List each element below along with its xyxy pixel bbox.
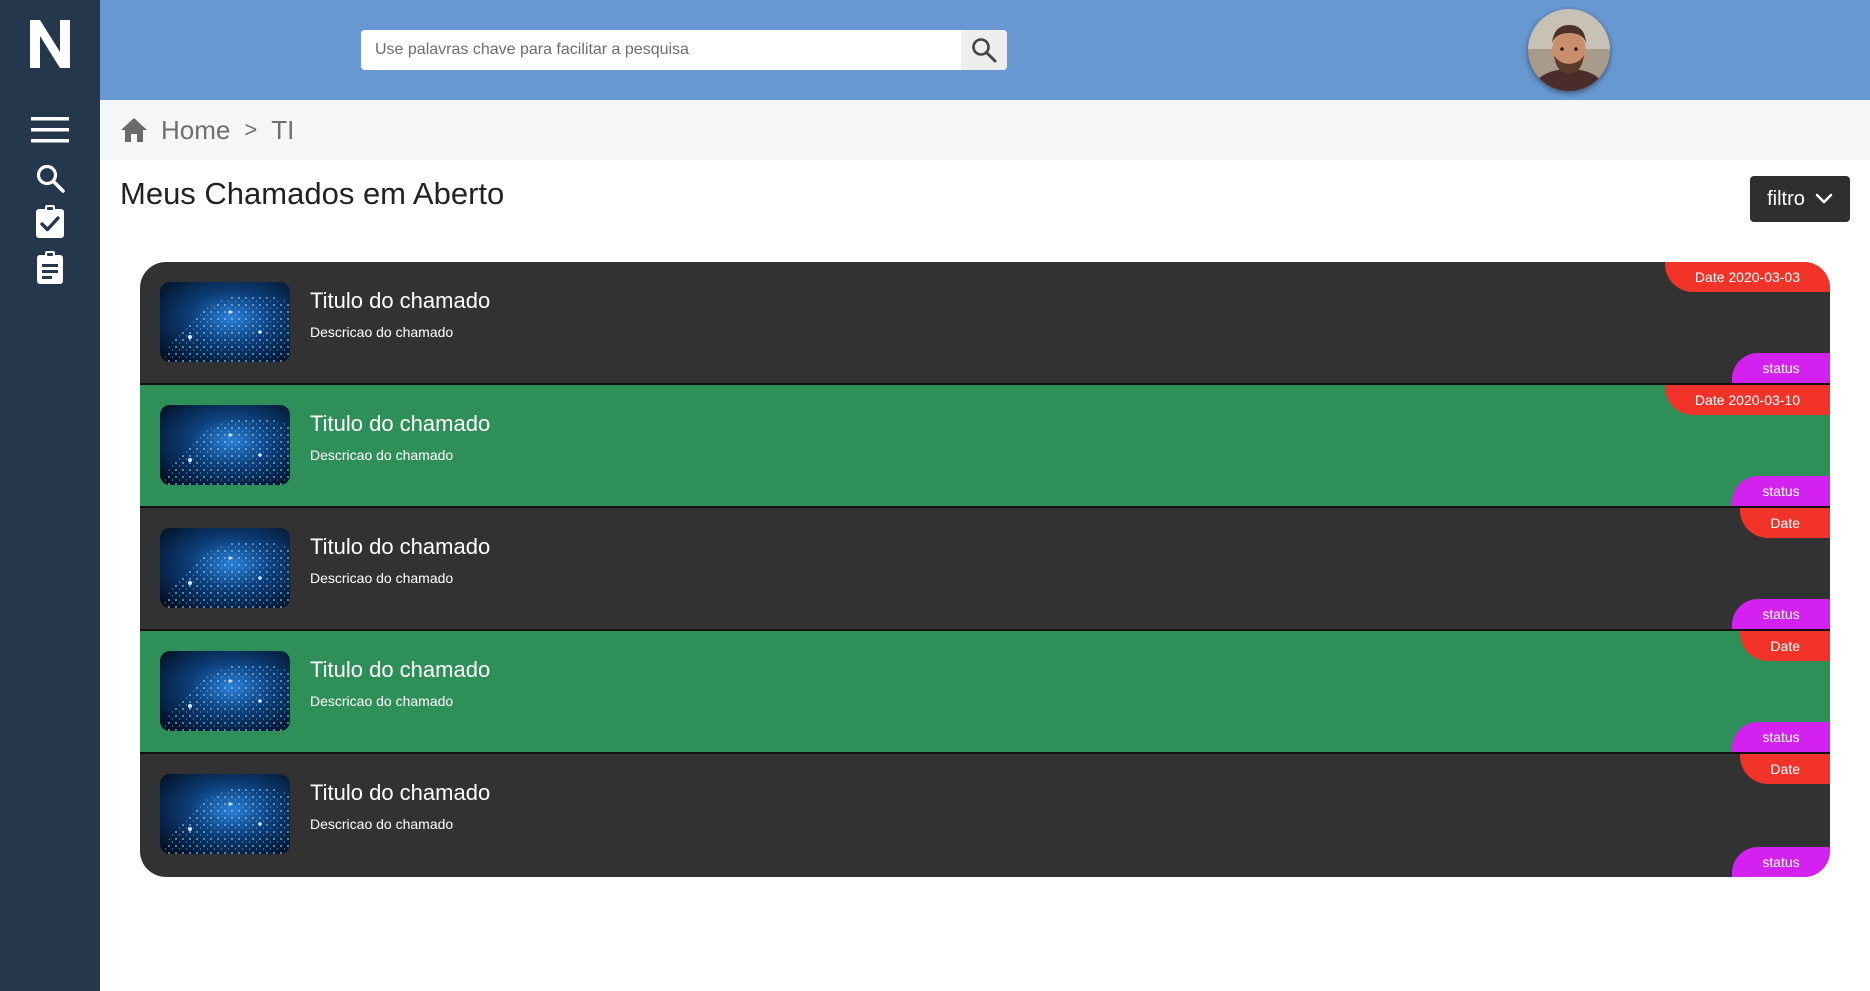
breadcrumb: Home > TI bbox=[100, 100, 1870, 160]
ticket-description: Descricao do chamado bbox=[310, 693, 454, 709]
ticket-description: Descricao do chamado bbox=[310, 447, 454, 463]
search-input[interactable] bbox=[361, 30, 961, 70]
search-button[interactable] bbox=[961, 30, 1007, 70]
date-badge: Date bbox=[1740, 508, 1830, 538]
ticket-description: Descricao do chamado bbox=[310, 570, 454, 586]
ticket-item[interactable]: Titulo do chamado Descricao do chamado D… bbox=[140, 262, 1830, 385]
ticket-list: Titulo do chamado Descricao do chamado D… bbox=[140, 262, 1830, 877]
ticket-thumbnail bbox=[160, 282, 290, 362]
date-badge: Date 2020-03-10 bbox=[1664, 385, 1830, 415]
ticket-title: Titulo do chamado bbox=[310, 288, 491, 313]
ticket-thumbnail bbox=[160, 651, 290, 731]
menu-icon[interactable] bbox=[30, 110, 70, 150]
ticket-thumbnail bbox=[160, 528, 290, 608]
breadcrumb-home[interactable]: Home bbox=[161, 115, 230, 146]
filter-label: filtro bbox=[1767, 187, 1805, 210]
sidebar bbox=[0, 0, 100, 991]
status-badge: status bbox=[1732, 599, 1830, 629]
status-badge: status bbox=[1732, 847, 1830, 877]
chevron-down-icon bbox=[1815, 193, 1833, 204]
filter-button[interactable]: filtro bbox=[1750, 176, 1850, 222]
clipboard-list-icon[interactable] bbox=[30, 248, 70, 288]
status-badge: status bbox=[1732, 476, 1830, 506]
ticket-title: Titulo do chamado bbox=[310, 411, 491, 436]
ticket-item[interactable]: Titulo do chamado Descricao do chamado D… bbox=[140, 385, 1830, 508]
home-icon[interactable] bbox=[119, 115, 149, 145]
user-avatar[interactable] bbox=[1528, 9, 1610, 91]
breadcrumb-ti[interactable]: TI bbox=[271, 115, 294, 146]
search-icon bbox=[972, 38, 997, 63]
top-bar bbox=[100, 0, 1870, 100]
ticket-item[interactable]: Titulo do chamado Descricao do chamado D… bbox=[140, 754, 1830, 877]
search-bar bbox=[361, 30, 1007, 70]
date-badge: Date 2020-03-03 bbox=[1664, 262, 1830, 292]
date-badge: Date bbox=[1740, 754, 1830, 784]
ticket-title: Titulo do chamado bbox=[310, 780, 491, 805]
app-logo[interactable] bbox=[28, 18, 72, 70]
ticket-title: Titulo do chamado bbox=[310, 657, 491, 682]
ticket-thumbnail bbox=[160, 405, 290, 485]
search-icon[interactable] bbox=[30, 158, 70, 198]
breadcrumb-separator: > bbox=[244, 117, 258, 142]
clipboard-check-icon[interactable] bbox=[30, 202, 70, 242]
date-badge: Date bbox=[1740, 631, 1830, 661]
ticket-item[interactable]: Titulo do chamado Descricao do chamado D… bbox=[140, 631, 1830, 754]
ticket-description: Descricao do chamado bbox=[310, 816, 454, 832]
ticket-thumbnail bbox=[160, 774, 290, 854]
status-badge: status bbox=[1732, 722, 1830, 752]
page-title: Meus Chamados em Aberto bbox=[120, 176, 505, 211]
ticket-description: Descricao do chamado bbox=[310, 324, 454, 340]
ticket-title: Titulo do chamado bbox=[310, 534, 491, 559]
status-badge: status bbox=[1732, 353, 1830, 383]
ticket-item[interactable]: Titulo do chamado Descricao do chamado D… bbox=[140, 508, 1830, 631]
